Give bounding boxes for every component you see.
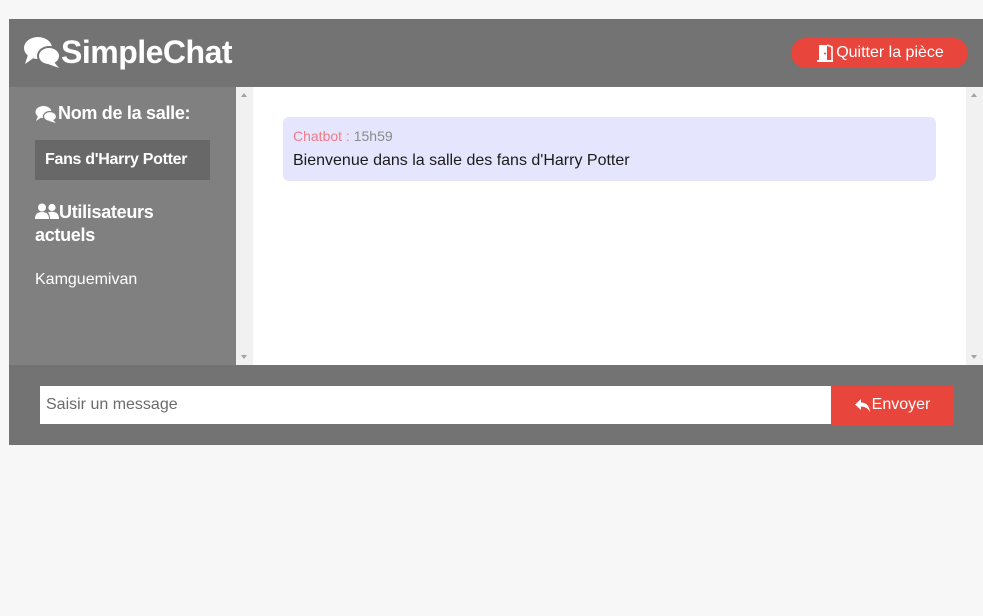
scroll-down-arrow-icon[interactable]: [241, 355, 247, 359]
send-label: Envoyer: [871, 396, 931, 413]
comments-icon: [35, 105, 57, 123]
scroll-up-arrow-icon[interactable]: [971, 93, 977, 97]
message-author: Chatbot :: [293, 128, 350, 144]
app-title: SimpleChat: [61, 34, 233, 70]
composer: Envoyer: [9, 365, 983, 445]
message-list: Chatbot : 15h59 Bienvenue dans la salle …: [253, 87, 966, 365]
scroll-down-arrow-icon[interactable]: [971, 355, 977, 359]
message-time: 15h59: [353, 128, 393, 144]
users-heading: Utilisateurs actuels: [35, 201, 215, 247]
room-heading: Nom de la salle:: [35, 103, 191, 124]
message-bubble: Chatbot : 15h59 Bienvenue dans la salle …: [283, 117, 936, 181]
chat-app: SimpleChat Quitter la pièce Nom de la sa…: [9, 19, 983, 445]
brand: SimpleChat: [23, 34, 233, 70]
sidebar-scrollbar[interactable]: [236, 87, 253, 365]
comments-icon: [24, 37, 61, 68]
users-icon: [35, 203, 59, 219]
sidebar: Nom de la salle: Fans d'Harry Potter Uti…: [9, 87, 236, 365]
chat-scrollbar[interactable]: [966, 87, 983, 365]
user-item: Kamguemivan: [35, 271, 138, 288]
send-button[interactable]: Envoyer: [831, 385, 953, 425]
leave-room-label: Quitter la pièce: [836, 44, 944, 61]
message-input[interactable]: [40, 386, 831, 424]
leave-room-button[interactable]: Quitter la pièce: [791, 38, 968, 68]
reply-icon: [854, 398, 870, 412]
room-name: Fans d'Harry Potter: [35, 140, 210, 180]
door-exit-icon: [817, 44, 834, 62]
message-meta: Chatbot : 15h59: [293, 127, 926, 145]
app-header: SimpleChat Quitter la pièce: [9, 19, 983, 87]
message-text: Bienvenue dans la salle des fans d'Harry…: [293, 152, 630, 169]
room-heading-label: Nom de la salle:: [58, 103, 191, 123]
scroll-up-arrow-icon[interactable]: [241, 93, 247, 97]
